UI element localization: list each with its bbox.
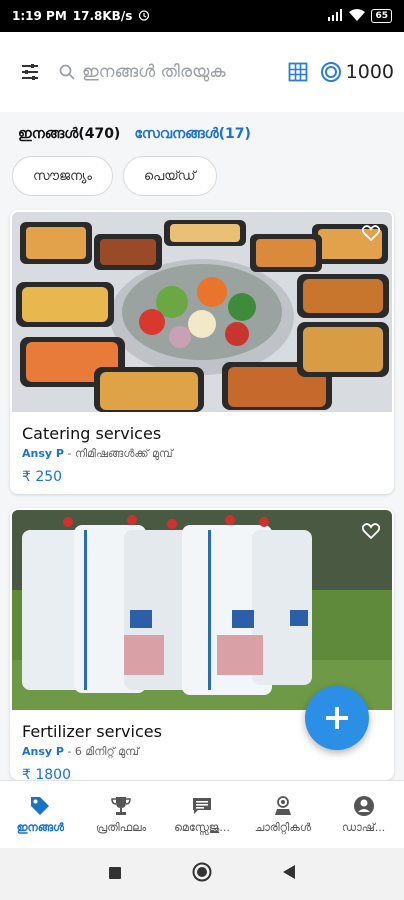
back-icon[interactable]	[282, 864, 296, 884]
listing-user: Ansy P	[22, 745, 64, 758]
listing-time: - 6 മിനിറ്റ് മുമ്പ്	[63, 745, 139, 758]
wifi-icon	[349, 8, 366, 24]
trophy-icon	[111, 797, 131, 815]
listing-price: ₹ 1800	[22, 767, 71, 780]
nav-charities-label: ചാരിറ്റികൾ	[254, 821, 311, 834]
message-icon	[192, 798, 211, 814]
nav-items-label: ഇനങ്ങൾ	[16, 821, 65, 834]
status-time: 1:19 PM	[12, 9, 67, 23]
filter-icon[interactable]	[10, 52, 50, 92]
nav-rewards[interactable]: പ്രതിഫലം	[81, 781, 162, 849]
free-chip[interactable]: സൗജന്യം	[12, 156, 113, 196]
listing-title: Catering services	[22, 424, 162, 443]
bottom-nav: ഇനങ്ങൾ പ്രതിഫലം മെസ്സേജു... ചാരിറ്റികൾ ഡ…	[0, 780, 404, 849]
nav-items[interactable]: ഇനങ്ങൾ	[0, 781, 81, 849]
signal-icon	[327, 8, 343, 24]
listing-price: ₹ 250	[22, 469, 63, 485]
listing-image	[12, 212, 392, 412]
search-bar[interactable]	[54, 52, 280, 92]
listing-meta: Ansy P - നിമിഷങ്ങൾക്ക് മുമ്പ്	[22, 447, 394, 461]
grid-view-icon[interactable]	[280, 52, 316, 92]
tab-items[interactable]: ഇനങ്ങൾ(470)	[18, 126, 120, 142]
status-bar: 1:19 PM 17.8KB/s 65	[0, 0, 404, 32]
listing-card[interactable]: Catering services Ansy P - നിമിഷങ്ങൾക്ക്…	[10, 210, 394, 494]
tag-icon	[31, 797, 50, 815]
plus-icon	[326, 707, 348, 729]
nav-messages-label: മെസ്സേജു...	[174, 821, 230, 834]
nav-charities[interactable]: ചാരിറ്റികൾ	[242, 781, 323, 849]
account-icon	[353, 796, 374, 816]
search-input[interactable]	[80, 61, 254, 83]
status-speed: 17.8KB/s	[72, 9, 133, 23]
favorite-heart-icon[interactable]	[358, 220, 384, 246]
nav-rewards-label: പ്രതിഫലം	[96, 821, 147, 834]
favorite-heart-icon[interactable]	[358, 518, 384, 544]
system-nav-bar	[0, 848, 404, 900]
listing-user: Ansy P	[22, 447, 64, 460]
coin-icon	[320, 61, 342, 83]
coin-count: 1000	[345, 61, 394, 83]
tab-services[interactable]: സേവനങ്ങൾ(17)	[134, 126, 251, 142]
listing-tabs: ഇനങ്ങൾ(470) സേവനങ്ങൾ(17)	[0, 112, 404, 156]
search-icon	[54, 64, 80, 80]
recents-icon[interactable]	[108, 865, 122, 884]
alarm-icon	[138, 9, 150, 24]
nav-dashboard-label: ഡാഷ്...	[341, 821, 386, 834]
nav-dashboard[interactable]: ഡാഷ്...	[323, 781, 404, 849]
home-icon[interactable]	[192, 862, 212, 886]
coin-balance[interactable]: 1000	[320, 61, 394, 83]
paid-chip[interactable]: പെയ്ഡ്	[122, 156, 217, 196]
listing-time: - നിമിഷങ്ങൾക്ക് മുമ്പ്	[63, 447, 173, 460]
add-listing-button[interactable]	[305, 686, 369, 750]
listing-image	[12, 510, 392, 710]
charity-icon	[274, 796, 291, 815]
filter-chips: സൗജന്യം പെയ്ഡ്	[12, 156, 217, 196]
top-bar: 1000	[0, 32, 404, 112]
battery-icon: 65	[371, 9, 392, 23]
nav-messages[interactable]: മെസ്സേജു...	[162, 781, 243, 849]
